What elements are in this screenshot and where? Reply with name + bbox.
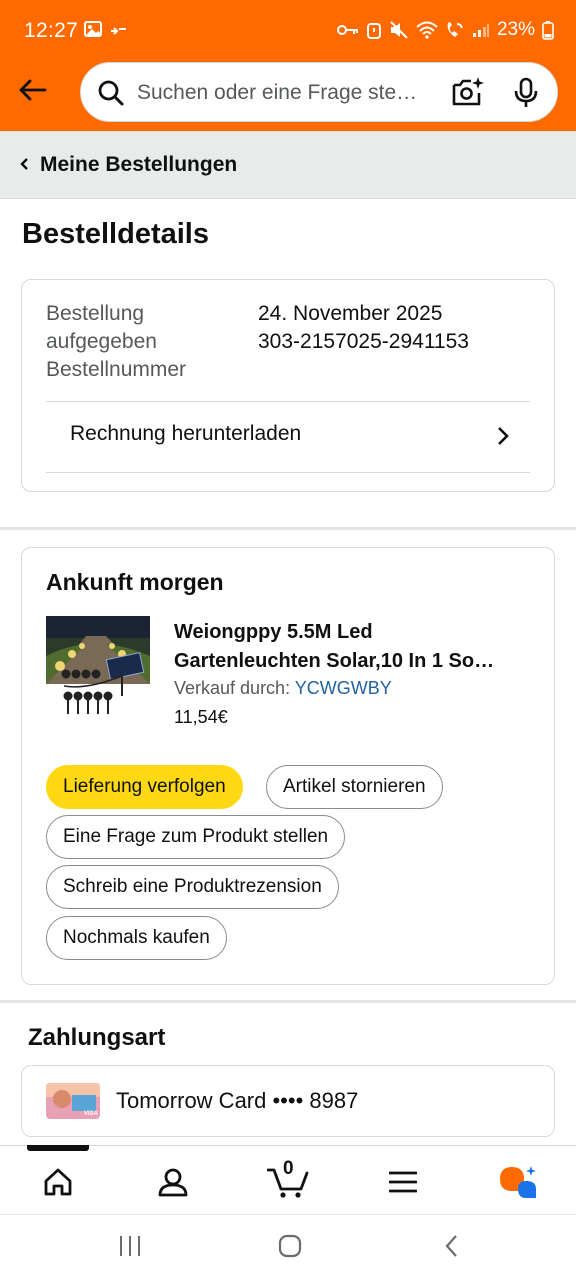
chevron-left-icon: [20, 158, 28, 170]
nav-menu[interactable]: [383, 1162, 423, 1202]
gallery-icon: [84, 21, 102, 37]
product-title-line2: Gartenleuchten Solar,10 In 1 So…: [174, 650, 495, 672]
credit-card-icon: VISA: [46, 1083, 100, 1119]
status-left-icons: [84, 21, 128, 37]
ask-question-button[interactable]: Eine Frage zum Produkt stellen: [46, 815, 346, 859]
status-bar: 12:27 23%: [0, 0, 576, 62]
payment-method-label: Tomorrow Card •••• 8987: [116, 1088, 359, 1113]
section-separator: [0, 527, 576, 530]
wifi-call-icon: [447, 22, 463, 37]
section-separator: [0, 1000, 576, 1003]
wifi-icon: [416, 21, 438, 39]
breadcrumb-label: Meine Bestellungen: [40, 153, 238, 176]
back-button[interactable]: [14, 72, 50, 108]
seller-link[interactable]: YCWGWBY: [295, 678, 392, 698]
battery-icon: [542, 21, 554, 40]
account-icon: [158, 1168, 188, 1197]
track-delivery-button[interactable]: Lieferung verfolgen: [46, 765, 243, 809]
download-invoice-label: Rechnung herunterladen: [70, 422, 302, 445]
delivery-status: Ankunft morgen: [46, 569, 224, 595]
order-values: 24. November 2025 303-2157025-2941153: [258, 300, 469, 356]
microphone-icon[interactable]: [513, 77, 539, 109]
back-button-icon[interactable]: [442, 1233, 462, 1259]
key-icon: [336, 25, 358, 35]
missed-call-icon: [111, 27, 126, 35]
seller-prefix: Verkauf durch:: [174, 678, 291, 698]
nav-cart[interactable]: 0: [266, 1158, 310, 1202]
breadcrumb[interactable]: Meine Bestellungen: [0, 131, 576, 199]
download-invoice-row[interactable]: Rechnung herunterladen: [22, 402, 554, 472]
shipment-card: Ankunft morgen Weiongppy 5.5M Led Garten…: [21, 547, 555, 985]
search-input[interactable]: [137, 77, 437, 109]
arrow-left-icon: [19, 79, 47, 101]
svg-text:VISA: VISA: [84, 1111, 99, 1117]
system-navigation-bar: [0, 1214, 576, 1280]
home-button-icon[interactable]: [278, 1233, 302, 1259]
active-tab-indicator: [27, 1145, 89, 1151]
product-title-line1: Weiongppy 5.5M Led: [174, 621, 373, 643]
order-info-card: Bestellung aufgegeben Bestellnummer 24. …: [21, 279, 555, 492]
seller-line: Verkauf durch: YCWGWBY: [174, 678, 392, 699]
chevron-right-icon: [498, 427, 509, 445]
nav-account[interactable]: [153, 1162, 193, 1202]
product-image[interactable]: [46, 616, 150, 720]
payment-card-image: VISA: [46, 1083, 100, 1119]
payment-heading: Zahlungsart: [28, 1024, 166, 1051]
product-price: 11,54€: [174, 707, 228, 727]
status-time: 12:27: [24, 19, 79, 42]
order-number: 303-2157025-2941153: [258, 330, 469, 353]
battery-percent: 23%: [496, 19, 535, 40]
search-bar[interactable]: [80, 62, 558, 122]
order-labels: Bestellung aufgegeben Bestellnummer: [46, 300, 246, 384]
camera-search-icon[interactable]: [451, 76, 485, 108]
status-right-icons: 23%: [336, 19, 554, 41]
write-review-button[interactable]: Schreib eine Produktrezension: [46, 865, 339, 909]
cart-count: 0: [283, 1158, 294, 1179]
bottom-navigation: 0: [0, 1145, 576, 1213]
mute-icon: [390, 21, 408, 39]
nav-assistant[interactable]: [498, 1162, 538, 1202]
order-date: 24. November 2025: [258, 302, 443, 325]
search-icon: [98, 80, 124, 106]
divider: [46, 472, 530, 473]
cancel-item-button[interactable]: Artikel stornieren: [266, 765, 443, 809]
signal-icon: [472, 24, 489, 37]
solar-garden-lights-image: [46, 616, 150, 720]
assistant-icon: [500, 1166, 536, 1198]
app-header: 12:27 23%: [0, 0, 576, 131]
product-title[interactable]: Weiongppy 5.5M Led Gartenleuchten Solar,…: [174, 618, 536, 676]
order-placed-label: Bestellung aufgegeben: [46, 302, 157, 353]
buy-again-button[interactable]: Nochmals kaufen: [46, 916, 227, 960]
nav-home[interactable]: [38, 1162, 78, 1202]
order-number-label: Bestellnummer: [46, 358, 187, 381]
menu-icon: [389, 1171, 417, 1193]
payment-method-card[interactable]: VISA Tomorrow Card •••• 8987: [21, 1065, 555, 1137]
alarm-icon: [366, 23, 381, 39]
recent-apps-icon[interactable]: [118, 1233, 142, 1259]
home-icon: [44, 1168, 72, 1196]
page-title: Bestelldetails: [22, 218, 209, 250]
